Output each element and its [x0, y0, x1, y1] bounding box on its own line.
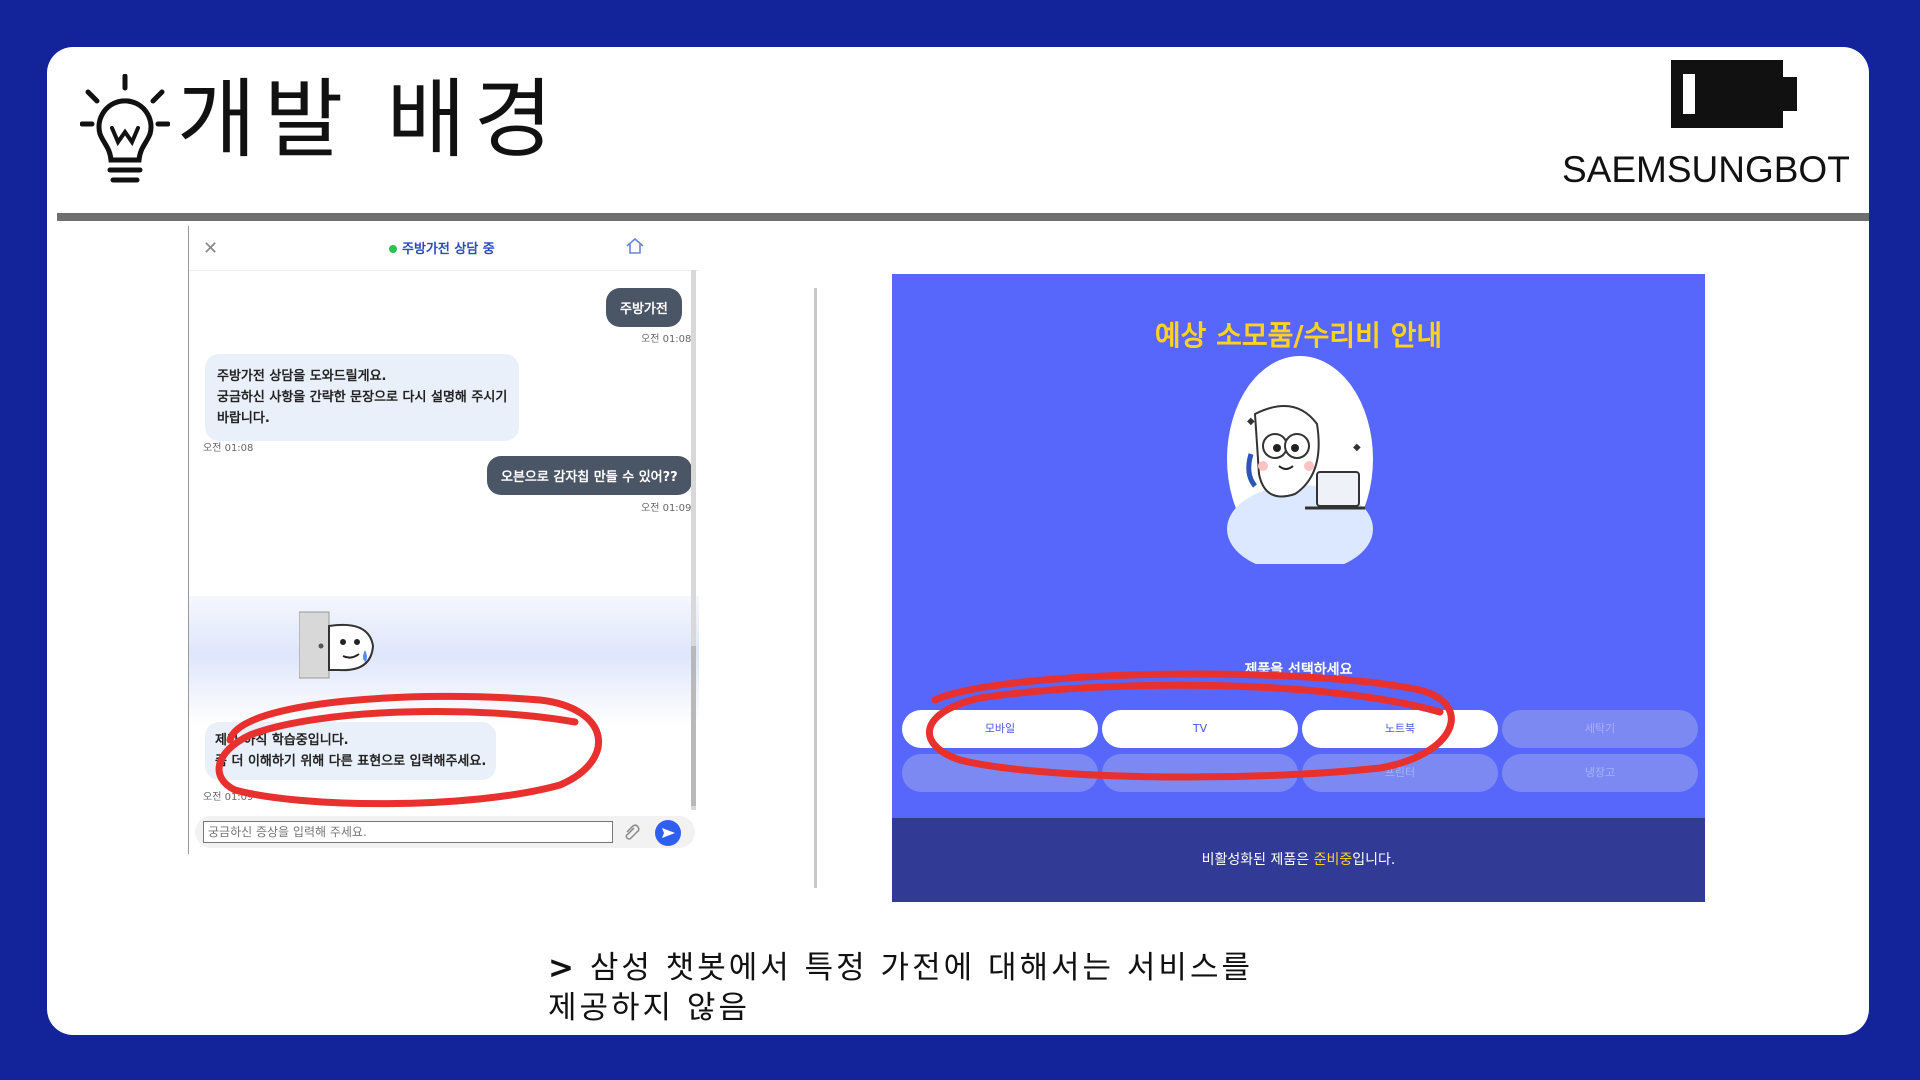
bot-message-line: 좀 더 이해하기 위해 다른 표현으로 입력해주세요. [215, 754, 487, 769]
bot-message: 제가 아직 학습중입니다. 좀 더 이해하기 위해 다른 표현으로 입력해주세요… [205, 722, 497, 780]
caption-text: 삼성 챗봇에서 특정 가전에 대해서는 서비스를 [576, 950, 1253, 986]
bot-message-line: 주방가전 상담을 도와드릴게요. [217, 369, 387, 384]
bot-message-line: 궁금하신 사항을 간략한 문장으로 다시 설명해 주시기 [217, 390, 508, 405]
close-icon[interactable]: ✕ [203, 238, 218, 259]
footer-highlight: 준비중 [1313, 852, 1353, 868]
shop-prompt: 제품을 선택하세요 [1244, 662, 1353, 678]
chat-scroll-thumb[interactable] [691, 646, 696, 806]
shop-title: 예상 소모품/수리비 안내 [1154, 319, 1443, 352]
user-message: 오븐으로 감자칩 만들 수 있어?? [487, 456, 692, 495]
caption-marker: > [548, 950, 577, 986]
message-time: 오전 01:09 [203, 792, 254, 803]
chat-status-text: 주방가전 상담 중 [402, 242, 495, 257]
svg-text:◆: ◆ [1353, 442, 1361, 453]
svg-text:◆: ◆ [1247, 416, 1255, 427]
bot-message-line: 제가 아직 학습중입니다. [215, 733, 349, 748]
footer-text: 입니다. [1352, 852, 1396, 868]
footer-text: 비활성화된 제품은 [1201, 852, 1314, 868]
product-button-laptop[interactable]: 노트북 [1302, 710, 1498, 748]
product-button-washer[interactable]: 세탁기 [1502, 710, 1698, 748]
user-message: 주방가전 [606, 288, 682, 327]
chat-status: 주방가전 상담 중 [389, 238, 495, 257]
chat-wave-background [189, 596, 699, 726]
slide-caption: > 삼성 챗봇에서 특정 가전에 대해서는 서비스를 제공하지 않음 [548, 948, 1253, 1028]
mascot-laptop-image: ◆ ◆ [1227, 356, 1373, 564]
header-divider [57, 213, 1869, 221]
panel-divider [814, 288, 817, 888]
shop-footer-notice: 비활성화된 제품은 준비중입니다. [892, 818, 1705, 902]
chat-header: ✕ 주방가전 상담 중 [189, 226, 699, 271]
message-time: 오전 01:09 [641, 503, 692, 514]
product-button-tv[interactable]: TV [1102, 710, 1298, 748]
brand-name: SAEMSUNGBOT [1562, 149, 1850, 190]
attach-icon[interactable] [623, 822, 643, 842]
send-icon[interactable] [655, 820, 681, 846]
bot-message-line: 바랍니다. [217, 411, 270, 426]
repair-cost-screenshot: 예상 소모품/수리비 안내 ◆ ◆ 제품을 선택하세요 모바일 TV 노트북 세… [892, 274, 1705, 902]
lightbulb-icon [80, 74, 170, 183]
product-button[interactable] [1102, 754, 1298, 792]
product-button-printer[interactable]: 프린터 [1302, 754, 1498, 792]
chatbot-screenshot: ✕ 주방가전 상담 중 주방가전 오전 01:08 주방가전 상담을 도와드릴게… [188, 226, 699, 854]
caption-line-1: > 삼성 챗봇에서 특정 가전에 대해서는 서비스를 [548, 948, 1253, 988]
caption-line-2: 제공하지 않음 [548, 990, 750, 1026]
battery-icon [1671, 60, 1797, 128]
mascot-peeking-image [299, 611, 375, 679]
product-button[interactable] [902, 754, 1098, 792]
bot-message: 주방가전 상담을 도와드릴게요. 궁금하신 사항을 간략한 문장으로 다시 설명… [205, 354, 520, 441]
online-dot [389, 245, 397, 253]
slide-title: 개발 배경 [177, 70, 561, 170]
chat-input[interactable] [203, 821, 613, 843]
message-time: 오전 01:08 [203, 443, 254, 454]
product-button-mobile[interactable]: 모바일 [902, 710, 1098, 748]
home-icon[interactable] [625, 236, 645, 256]
message-time: 오전 01:08 [641, 334, 692, 345]
chat-input-bar [195, 816, 695, 848]
product-button-fridge[interactable]: 냉장고 [1502, 754, 1698, 792]
